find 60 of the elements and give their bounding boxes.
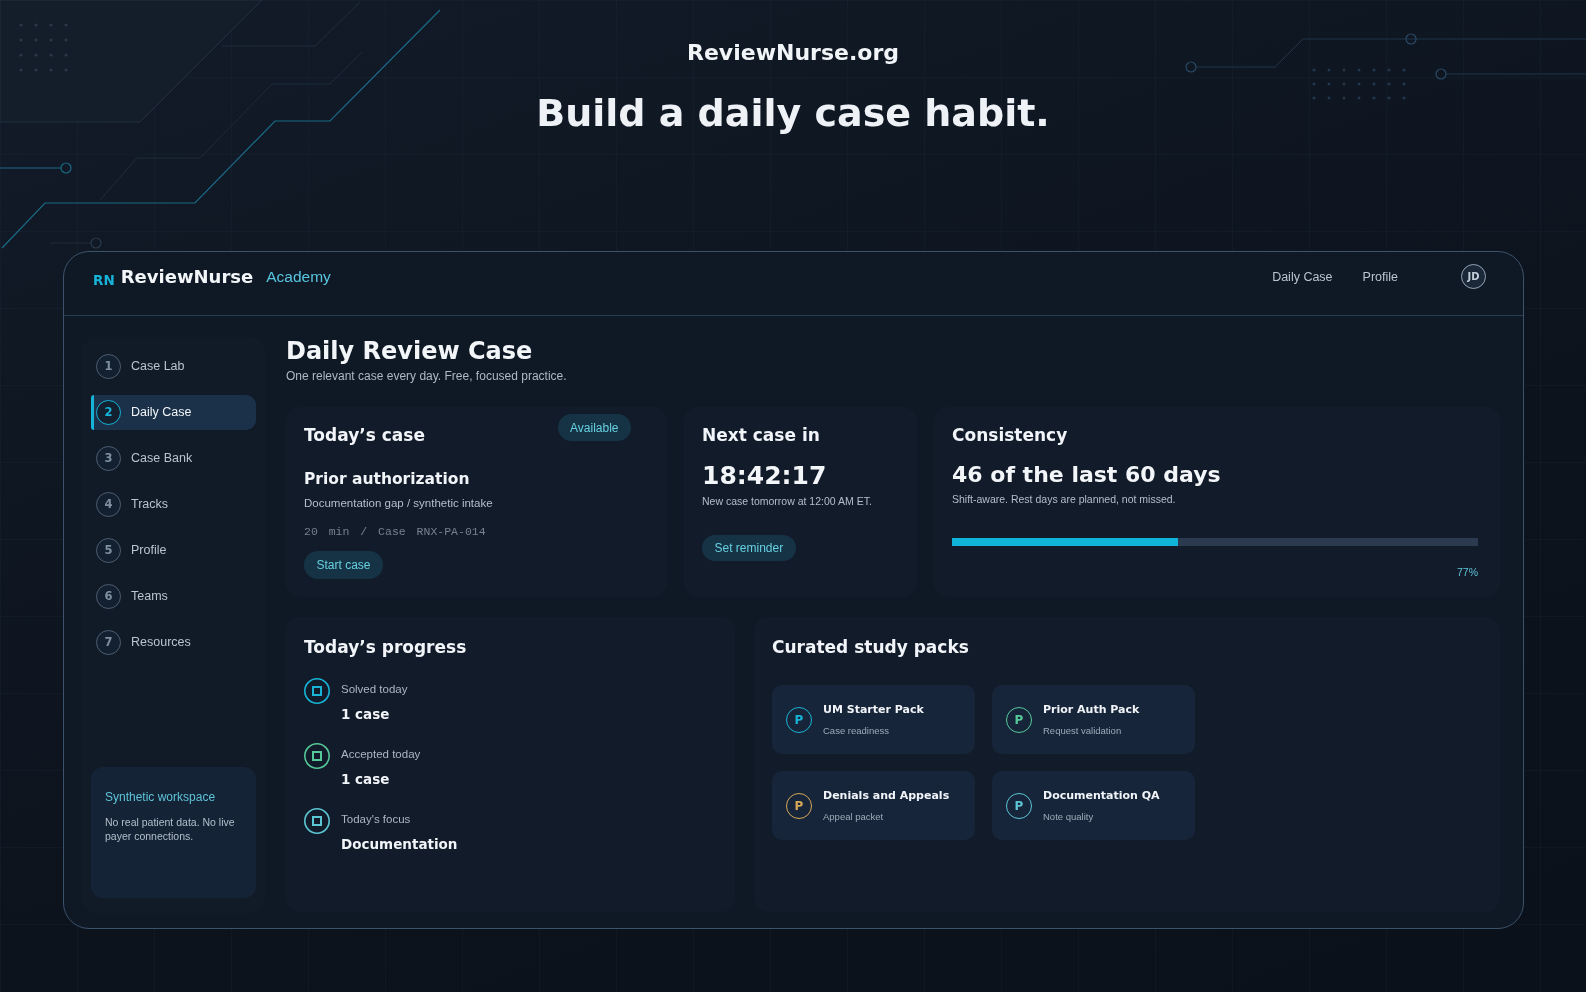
stat-label: Accepted today [341,747,421,761]
stat-label: Today's focus [341,812,411,826]
next-case-note: New case tomorrow at 12:00 AM ET. [702,495,872,508]
study-pack-tile[interactable]: P Prior Auth Pack Request validation [992,685,1195,754]
nav-link[interactable]: Daily Case [1272,268,1333,285]
step-number: 3 [96,446,121,471]
pack-name: Documentation QA [1043,788,1160,803]
nav-link[interactable]: Profile [1362,268,1398,285]
pack-name: Denials and Appeals [823,788,950,803]
product-name: Academy [266,266,331,287]
headline: Build a daily case habit. [536,90,1050,136]
sidebar-item[interactable]: 1 Case Lab [91,349,256,384]
case-description: Documentation gap / synthetic intake [304,496,493,510]
user-avatar[interactable]: JD [1461,264,1486,289]
sidebar-item[interactable]: 6 Teams [91,579,256,614]
step-number: 5 [96,538,121,563]
step-number: 4 [96,492,121,517]
step-number: 7 [96,630,121,655]
card-title: Consistency [952,425,1068,445]
sidebar-item[interactable]: 2 Daily Case [91,395,256,430]
stat-value: 1 case [341,770,390,788]
step-number: 1 [96,354,121,379]
card-title: Next case in [702,425,820,445]
pack-name: UM Starter Pack [823,702,924,717]
stat-label: Solved today [341,682,408,696]
countdown-timer: 18:42:17 [702,461,827,491]
study-pack-tile[interactable]: P UM Starter Pack Case readiness [772,685,975,754]
card-title: Curated study packs [772,637,969,657]
study-pack-tile[interactable]: P Documentation QA Note quality [992,771,1195,840]
sidebar-item[interactable]: 7 Resources [91,625,256,660]
pack-subtitle: Appeal packet [823,810,884,823]
sidebar-item[interactable]: 5 Profile [91,533,256,568]
case-title: Prior authorization [304,469,470,490]
card-title: Today’s progress [304,637,467,657]
progress-percent: 77% [1457,566,1478,579]
study-pack-tile[interactable]: P Denials and Appeals Appeal packet [772,771,975,840]
pack-subtitle: Note quality [1043,810,1094,823]
pack-subtitle: Request validation [1043,724,1122,737]
notice-title: Synthetic workspace [105,790,217,805]
brand-name: ReviewNurse [120,265,254,288]
stat-value: 1 case [341,705,390,723]
pack-subtitle: Case readiness [823,724,889,737]
notice-text: No real patient data. No live payer connections. [105,815,236,843]
consistency-note: Shift-aware. Rest days are planned, not missed. [952,493,1176,506]
sidebar-item[interactable]: 3 Case Bank [91,441,256,476]
step-number: 2 [96,400,121,425]
consistency-summary: 46 of the last 60 days [952,461,1221,489]
card-title: Today’s case [304,425,425,445]
step-number: 6 [96,584,121,609]
case-meta: 20 min / Case RNX-PA-014 [304,525,486,539]
status-badge: Available [557,414,631,441]
site-domain: ReviewNurse.org [687,40,899,66]
start-case-button[interactable]: Start case [304,551,384,579]
logo-mark: RN [93,271,115,288]
pack-name: Prior Auth Pack [1043,702,1140,717]
sidebar-item[interactable]: 4 Tracks [91,487,256,522]
page-subtitle: One relevant case every day. Free, focused practice. [286,369,567,384]
stat-value: Documentation [341,835,458,853]
page-title: Daily Review Case [286,337,533,366]
set-reminder-button[interactable]: Set reminder [702,535,796,561]
